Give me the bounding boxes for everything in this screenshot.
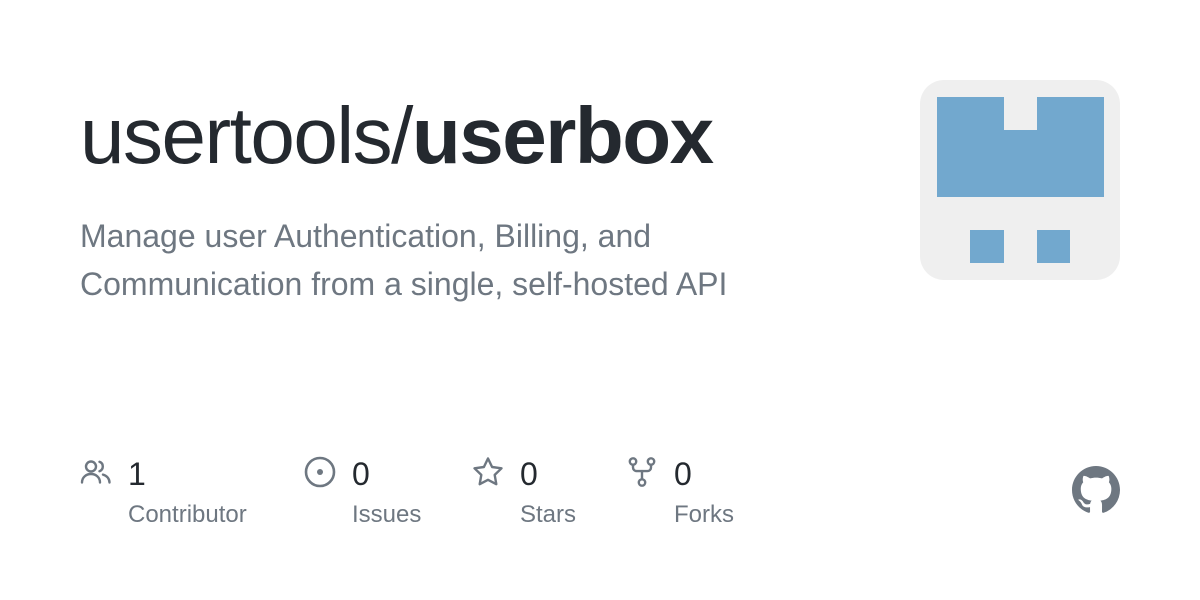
description-line-1: Manage user Authentication, Billing, and bbox=[80, 218, 652, 254]
repo-avatar bbox=[920, 80, 1120, 280]
stars-label: Stars bbox=[520, 501, 577, 528]
repo-forked-icon bbox=[628, 457, 656, 487]
star-icon bbox=[473, 457, 503, 486]
issue-opened-icon bbox=[304, 456, 336, 488]
identicon-icon bbox=[937, 97, 1104, 263]
repo-description: Manage user Authentication, Billing, and… bbox=[80, 212, 840, 308]
repo-name: userbox bbox=[411, 91, 714, 180]
stars-count: 0 bbox=[520, 456, 538, 492]
contributors-count: 1 bbox=[128, 456, 146, 492]
issues-label: Issues bbox=[352, 501, 422, 528]
forks-label: Forks bbox=[674, 501, 734, 528]
repo-title: usertools/userbox bbox=[80, 88, 714, 184]
repo-owner: usertools/ bbox=[80, 91, 413, 180]
github-mark-icon[interactable] bbox=[1072, 466, 1120, 514]
contributors-label: Contributor bbox=[128, 501, 247, 528]
people-icon bbox=[80, 460, 111, 484]
forks-count: 0 bbox=[674, 456, 692, 492]
description-line-2: Communication from a single, self-hosted… bbox=[80, 266, 728, 302]
issues-count: 0 bbox=[352, 456, 370, 492]
